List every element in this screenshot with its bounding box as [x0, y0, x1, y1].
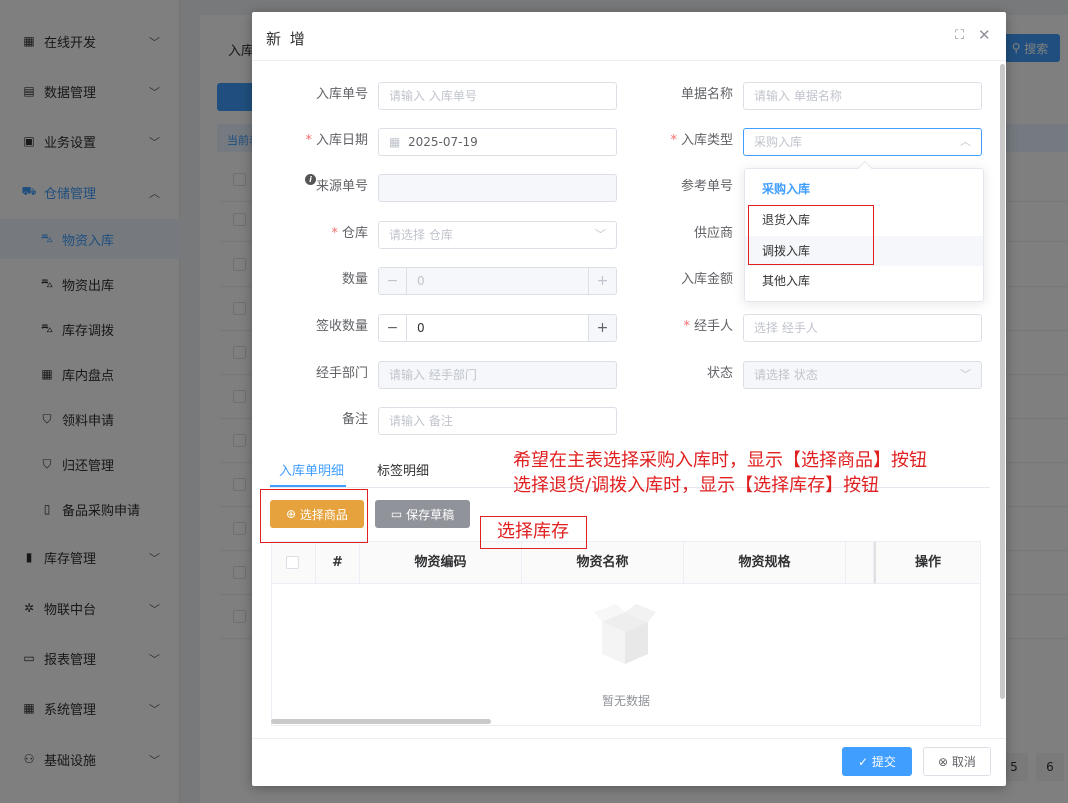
tab-label-detail[interactable]: 标签明细	[377, 460, 429, 479]
label-warehouse: * 仓库	[331, 226, 368, 241]
close-icon[interactable]: ✕	[978, 26, 991, 44]
label-doc-name: 单据名称	[680, 87, 733, 102]
annotation-select-stock: 选择库存	[497, 521, 569, 542]
chevron-up-icon: ︿	[960, 135, 971, 148]
annotation-box-options	[748, 205, 874, 265]
save-draft-button[interactable]: ▭ 保存草稿	[375, 500, 470, 528]
status-select[interactable]: 请选择 状态 ﹀	[743, 361, 982, 389]
submit-button[interactable]: ✓ 提交	[842, 747, 912, 776]
label-quantity: 数量	[341, 272, 368, 287]
fullscreen-icon[interactable]: ⛶	[955, 28, 964, 43]
th-material-spec: 物资规格	[684, 542, 846, 584]
detail-table: # 物资编码 物资名称 物资规格 操作 暂无数据	[271, 541, 981, 726]
plus-icon[interactable]: +	[588, 268, 616, 294]
label-inbound-no: 入库单号	[315, 87, 368, 102]
label-amount: 入库金额	[680, 272, 733, 287]
label-source-no: 来源单号	[315, 179, 368, 194]
plus-icon[interactable]: +	[588, 315, 616, 341]
cancel-label: 取消	[951, 755, 976, 769]
dialog-title: 新 增	[266, 30, 307, 48]
label-status: 状态	[706, 366, 733, 381]
label-handler: * 经手人	[683, 319, 733, 334]
select-all-checkbox[interactable]	[286, 556, 299, 569]
handler-dept-input[interactable]: 请输入 经手部门	[378, 361, 617, 389]
annotation-line-2: 选择退货/调拨入库时，显示【选择库存】按钮	[513, 475, 880, 496]
source-no-input[interactable]	[378, 174, 617, 202]
th-spacer	[846, 542, 874, 584]
label-received-qty: 签收数量	[315, 319, 368, 334]
th-checkbox	[272, 542, 316, 584]
folder-icon: ▭	[390, 507, 407, 521]
chevron-down-icon: ﹀	[595, 228, 606, 241]
doc-name-input[interactable]: 请输入 单据名称	[743, 82, 982, 110]
minus-icon[interactable]: −	[379, 315, 407, 341]
option-other-inbound[interactable]: 其他入库	[745, 266, 983, 296]
label-inbound-type: * 入库类型	[670, 133, 733, 148]
submit-label: 提交	[871, 755, 896, 769]
check-icon: ✓	[858, 754, 872, 769]
empty-box-icon	[594, 604, 656, 664]
label-handler-dept: 经手部门	[315, 366, 368, 381]
empty-text: 暂无数据	[601, 694, 650, 708]
warehouse-select[interactable]: 请选择 仓库 ﹀	[378, 221, 617, 249]
table-scrollbar[interactable]	[271, 719, 491, 724]
chevron-down-icon: ﹀	[960, 368, 971, 381]
quantity-stepper[interactable]: −0 +	[378, 267, 617, 295]
save-draft-label: 保存草稿	[406, 507, 455, 522]
option-purchase-inbound[interactable]: 采购入库	[745, 174, 983, 204]
cancel-button[interactable]: ⊗ 取消	[923, 747, 991, 776]
dialog-scrollbar[interactable]	[1000, 64, 1005, 699]
label-inbound-date: * 入库日期	[305, 133, 368, 148]
handler-input[interactable]: 选择 经手人	[743, 314, 982, 342]
received-qty-stepper[interactable]: −0 +	[378, 314, 617, 342]
tab-inbound-detail[interactable]: 入库单明细	[279, 460, 344, 479]
remark-input[interactable]: 请输入 备注	[378, 407, 617, 435]
annotation-box-select-goods	[260, 489, 368, 543]
inbound-type-select[interactable]: 采购入库 ︿	[743, 128, 982, 156]
minus-icon[interactable]: −	[379, 268, 407, 294]
label-ref-no: 参考单号	[680, 179, 733, 194]
footer-divider	[252, 738, 1006, 739]
close-circle-icon: ⊗	[938, 754, 952, 769]
label-remark: 备注	[341, 412, 368, 427]
dialog-divider	[252, 60, 1006, 61]
annotation-line-1: 希望在主表选择采购入库时，显示【选择商品】按钮	[513, 450, 927, 471]
inbound-no-input[interactable]: 请输入 入库单号	[378, 82, 617, 110]
tab-active-bar	[270, 485, 346, 487]
label-supplier: 供应商	[693, 226, 733, 241]
th-index: #	[316, 542, 360, 584]
inbound-date-picker[interactable]: ▦ 2025-07-19	[378, 128, 617, 156]
th-actions: 操作	[874, 542, 980, 584]
calendar-icon: ▦	[389, 135, 408, 149]
